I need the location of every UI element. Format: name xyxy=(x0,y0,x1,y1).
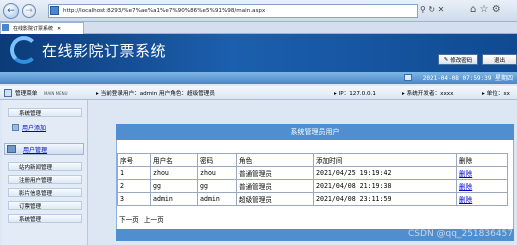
ip-text: IP：127.0.0.1 xyxy=(338,91,376,97)
logout-button[interactable]: 退出 xyxy=(482,54,517,65)
tab-title: 在线影院订票系统 xyxy=(13,26,54,32)
cell-password: gg xyxy=(197,179,237,193)
datetime-display: 2021-04-08 07:59:39 星期四 xyxy=(422,75,513,82)
address-tools: ⚲ ↻ ✕ xyxy=(420,5,444,14)
menu-title: 管理菜单 xyxy=(15,91,38,97)
cell-delete: 删除 xyxy=(456,166,508,180)
table-row: 3 admin admin 超级管理员 2021/04/08 23:11:59 … xyxy=(117,192,508,206)
col-header-added: 添加时间 xyxy=(313,153,457,167)
current-user-info: ▸ 当前登录用户：admin 用户角色：超级管理员 xyxy=(96,89,215,97)
back-arrow-icon: ← xyxy=(7,5,15,16)
table-row: 1 zhou zhou 普通管理员 2021/04/25 19:19:42 删除 xyxy=(117,166,508,180)
cell-added: 2021/04/25 19:19:42 xyxy=(313,166,457,180)
sidebar-item-registered-users[interactable]: 注册用户管理 xyxy=(8,175,82,184)
developer-info: ▸ 系统开发者：xxxx xyxy=(402,89,453,97)
panel-title: 系统管理员用户 xyxy=(116,124,514,140)
ip-info: ▸ IP：127.0.0.1 xyxy=(334,89,376,97)
sidebar-group-user[interactable]: 用户管理 xyxy=(4,143,84,155)
refresh-icon[interactable]: ↻ xyxy=(428,5,435,14)
sidebar-item-label: 影片信息管理 xyxy=(19,190,53,197)
star-icon[interactable]: ☆ xyxy=(480,4,489,15)
cell-id: 1 xyxy=(117,166,151,180)
url-text: http://localhost:8293/%e7%ae%a1%e7%90%86… xyxy=(63,8,266,14)
tab-close-icon[interactable]: ✕ xyxy=(57,26,61,32)
change-password-button[interactable]: ✎ 修改密码 xyxy=(438,54,478,65)
address-bar[interactable]: http://localhost:8293/%e7%ae%a1%e7%90%86… xyxy=(48,4,418,18)
user-add-icon xyxy=(12,124,19,131)
menu-title-en: MAIN MENU xyxy=(44,91,68,96)
app-title: 在线影院订票系统 xyxy=(42,42,167,60)
cell-username: zhou xyxy=(150,166,198,180)
cell-username: gg xyxy=(150,179,198,193)
back-button[interactable]: ← xyxy=(3,3,19,19)
key-icon: ✎ xyxy=(443,56,449,63)
cell-role: 超级管理员 xyxy=(236,192,314,206)
cell-delete: 删除 xyxy=(456,179,508,193)
sidebar-item-label: 站内新闻管理 xyxy=(19,164,53,171)
cell-password: zhou xyxy=(197,166,237,180)
logout-label: 退出 xyxy=(493,57,505,64)
cell-delete: 删除 xyxy=(456,192,508,206)
pagination: 下一页 上一页 xyxy=(119,214,164,224)
current-user-text: 当前登录用户：admin 用户角色：超级管理员 xyxy=(100,91,215,97)
table-header-row: 序号 用户名 密码 角色 添加时间 删除 xyxy=(117,153,508,167)
sidebar-item-label: 订票管理 xyxy=(19,203,42,210)
delete-link[interactable]: 删除 xyxy=(459,183,472,191)
col-header-password: 密码 xyxy=(197,153,237,167)
table-row: 2 gg gg 普通管理员 2021/04/08 21:19:38 删除 xyxy=(117,179,508,193)
sidebar-item-label: 注册用户管理 xyxy=(19,177,53,184)
sidebar-item-movies[interactable]: 影片信息管理 xyxy=(8,188,82,197)
sidebar-item-system-top[interactable]: 系统管理 xyxy=(8,108,82,117)
users-icon xyxy=(7,145,16,153)
unit-text: 单位：xx xyxy=(486,91,510,97)
forward-button[interactable]: → xyxy=(22,4,36,18)
cell-username: admin xyxy=(150,192,198,206)
gear-icon[interactable]: ⚙ xyxy=(492,4,501,15)
next-page-link[interactable]: 下一页 xyxy=(119,216,139,224)
prev-page-link[interactable]: 上一页 xyxy=(144,216,164,224)
sidebar-group-label: 用户管理 xyxy=(23,146,48,154)
admin-users-table: 序号 用户名 密码 角色 添加时间 删除 1 zhou zhou 普通管理员 2… xyxy=(117,153,508,206)
cell-id: 2 xyxy=(117,179,151,193)
sidebar xyxy=(2,100,88,245)
home-icon[interactable]: ⌂ xyxy=(470,4,476,15)
sidebar-item-news[interactable]: 站内新闻管理 xyxy=(8,162,82,171)
admin-users-table-wrap: 序号 用户名 密码 角色 添加时间 删除 1 zhou zhou 普通管理员 2… xyxy=(117,153,508,206)
cell-role: 普通管理员 xyxy=(236,166,314,180)
page-icon xyxy=(50,6,59,15)
developer-text: 系统开发者：xxxx xyxy=(406,91,454,97)
col-header-role: 角色 xyxy=(236,153,314,167)
change-password-label: 修改密码 xyxy=(450,57,473,64)
col-header-username: 用户名 xyxy=(150,153,198,167)
cell-added: 2021/04/08 23:11:59 xyxy=(313,192,457,206)
browser-tab[interactable]: 在线影院订票系统 ✕ xyxy=(0,22,84,34)
cell-id: 3 xyxy=(117,192,151,206)
watermark: CSDN @qq_251836457 xyxy=(408,229,513,239)
user-add-link[interactable]: 用户添加 xyxy=(22,123,46,132)
delete-link[interactable]: 删除 xyxy=(459,170,472,178)
cell-password: admin xyxy=(197,192,237,206)
unit-info: ▸ 单位：xx xyxy=(482,89,510,97)
sidebar-item-system[interactable]: 系统管理 xyxy=(8,214,82,223)
cell-added: 2021/04/08 21:19:38 xyxy=(313,179,457,193)
forward-arrow-icon: → xyxy=(25,5,33,16)
sidebar-item-label: 系统管理 xyxy=(19,216,42,223)
col-header-delete: 删除 xyxy=(456,153,508,167)
close-icon[interactable]: ✕ xyxy=(438,5,445,14)
search-icon[interactable]: ⚲ xyxy=(420,5,426,14)
browser-toolbar-icons: ⌂ ☆ ⚙ xyxy=(470,4,501,15)
logo-icon xyxy=(10,36,38,64)
tab-favicon-icon xyxy=(2,24,9,31)
delete-link[interactable]: 删除 xyxy=(459,196,472,204)
menu-icon xyxy=(4,89,12,97)
monitor-icon xyxy=(404,74,412,81)
cell-role: 普通管理员 xyxy=(236,179,314,193)
sidebar-item-tickets[interactable]: 订票管理 xyxy=(8,201,82,210)
col-header-id: 序号 xyxy=(117,153,151,167)
sidebar-item-label: 系统管理 xyxy=(19,110,42,117)
